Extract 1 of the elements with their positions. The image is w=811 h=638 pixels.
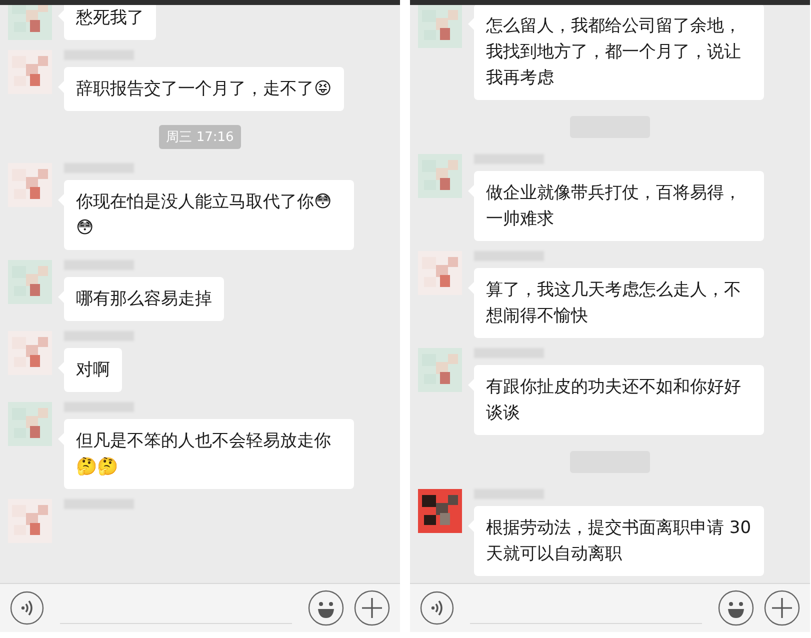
timestamp: 周三 17:16	[159, 125, 241, 149]
